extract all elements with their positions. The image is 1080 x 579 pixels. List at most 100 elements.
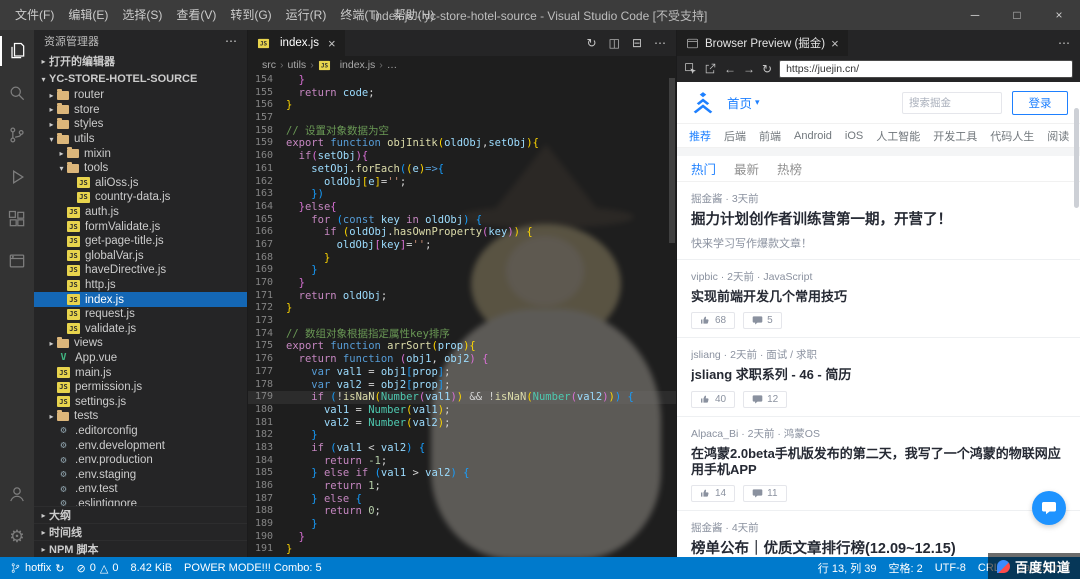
more-actions-icon[interactable]: ⋯: [654, 36, 666, 50]
tab-browser-preview[interactable]: Browser Preview (掘金) ×: [677, 30, 848, 56]
tree-item-globalVar.js[interactable]: JS globalVar.js: [34, 249, 247, 264]
feed-tab-热门[interactable]: 热门: [691, 159, 716, 178]
code-line[interactable]: 160 if(setObj){: [248, 150, 676, 163]
code-line[interactable]: 175 export function arrSort(prop){: [248, 340, 676, 353]
webview-scrollbar[interactable]: [1074, 108, 1079, 208]
code-line[interactable]: 180 val1 = Number(val1);: [248, 404, 676, 417]
minimize-icon[interactable]: ─: [954, 0, 996, 30]
split-editor-icon[interactable]: ◫: [609, 36, 620, 50]
git-branch-status[interactable]: hotfix ↻: [10, 562, 65, 575]
article-item[interactable]: 掘金酱 · 4天前榜单公布｜优质文章排行榜(12.09~12.15)快来看看你有…: [677, 511, 1080, 557]
code-line[interactable]: 174// 数组对象根据指定属性key排序: [248, 328, 676, 341]
forward-icon[interactable]: →: [743, 63, 755, 75]
tree-item-http.js[interactable]: JS http.js: [34, 278, 247, 293]
code-line[interactable]: 158// 设置对象数据为空: [248, 125, 676, 138]
back-icon[interactable]: ←: [724, 63, 736, 75]
tree-item-.env.development[interactable]: ⚙ .env.development: [34, 438, 247, 453]
code-line[interactable]: 162 oldObj[e]='';: [248, 176, 676, 189]
nav-item-推荐[interactable]: 推荐: [689, 128, 711, 144]
code-line[interactable]: 170 }: [248, 277, 676, 290]
close-tab-icon[interactable]: ×: [328, 36, 336, 51]
nav-item-Android[interactable]: Android: [794, 130, 832, 142]
sidebar-section-时间线[interactable]: ▸ 时间线: [34, 523, 247, 540]
code-line[interactable]: 172}: [248, 302, 676, 315]
code-line[interactable]: 182 }: [248, 429, 676, 442]
feedback-fab-button[interactable]: [1032, 491, 1066, 525]
home-menu[interactable]: 首页 ▾: [727, 93, 760, 112]
feed-tab-热榜[interactable]: 热榜: [777, 159, 802, 178]
feed-tab-最新[interactable]: 最新: [734, 159, 759, 178]
code-line[interactable]: 156}: [248, 99, 676, 112]
code-line[interactable]: 173: [248, 315, 676, 328]
code-line[interactable]: 187 } else {: [248, 493, 676, 506]
article-item[interactable]: vipbic · 2天前 · JavaScript 实现前端开发几个常用技巧 68 5: [677, 260, 1080, 339]
inspect-element-icon[interactable]: [684, 62, 697, 77]
sidebar-section-大纲[interactable]: ▸ 大纲: [34, 506, 247, 523]
code-line[interactable]: 177 var val1 = obj1[prop];: [248, 366, 676, 379]
code-line[interactable]: 157: [248, 112, 676, 125]
breadcrumb-item[interactable]: utils: [288, 59, 307, 71]
code-line[interactable]: 161 setObj.forEach((e)=>{: [248, 163, 676, 176]
tree-item-.eslintignore[interactable]: ⚙ .eslintignore: [34, 497, 247, 506]
tree-item-index.js[interactable]: JS index.js: [34, 292, 247, 307]
refresh-icon[interactable]: ↻: [762, 63, 772, 75]
article-item[interactable]: jsliang · 2天前 · 面试 / 求职 jsliang 求职系列 - 46…: [677, 338, 1080, 417]
explorer-icon[interactable]: [0, 30, 34, 72]
article-item[interactable]: 掘金酱 · 3天前 掘力计划创作者训练营第一期，开营了！ 快来学习写作爆款文章！: [677, 182, 1080, 261]
code-line[interactable]: 183 if (val1 < val2) {: [248, 442, 676, 455]
tree-item-aliOss.js[interactable]: JS aliOss.js: [34, 176, 247, 191]
run-debug-icon[interactable]: [0, 156, 34, 198]
tree-item-.env.staging[interactable]: ⚙ .env.staging: [34, 467, 247, 482]
toggle-panel-icon[interactable]: ⊟: [632, 36, 642, 50]
tree-item-.env.production[interactable]: ⚙ .env.production: [34, 453, 247, 468]
tree-item-router[interactable]: ▸ router: [34, 88, 247, 103]
comment-badge[interactable]: 5: [743, 312, 782, 330]
tree-item-App.vue[interactable]: V App.vue: [34, 351, 247, 366]
code-line[interactable]: 181 val2 = Number(val2);: [248, 417, 676, 430]
tree-item-validate.js[interactable]: JS validate.js: [34, 322, 247, 337]
code-line[interactable]: 178 var val2 = obj2[prop];: [248, 379, 676, 392]
close-tab-icon[interactable]: ×: [831, 36, 839, 51]
extensions-icon[interactable]: [0, 198, 34, 240]
article-title[interactable]: 实现前端开发几个常用技巧: [691, 289, 1066, 305]
editor-scrollbar[interactable]: [668, 74, 676, 557]
breadcrumb-item[interactable]: …: [387, 59, 398, 71]
code-line[interactable]: 159 export function objInitk(oldObj,setOb…: [248, 137, 676, 150]
tree-item-views[interactable]: ▸ views: [34, 336, 247, 351]
login-button[interactable]: 登录: [1012, 90, 1068, 115]
tab-index-js[interactable]: JS index.js ×: [248, 30, 346, 56]
like-badge[interactable]: 14: [691, 485, 736, 503]
url-input[interactable]: [779, 60, 1073, 78]
browser-preview-icon[interactable]: [0, 240, 34, 282]
settings-gear-icon[interactable]: ⚙: [0, 515, 34, 557]
more-actions-icon[interactable]: ⋯: [1058, 36, 1080, 50]
code-line[interactable]: 169 }: [248, 264, 676, 277]
comment-badge[interactable]: 12: [743, 390, 788, 408]
tree-item-tests[interactable]: ▸ tests: [34, 409, 247, 424]
tree-item-auth.js[interactable]: JS auth.js: [34, 205, 247, 220]
tree-item-mixin[interactable]: ▸ mixin: [34, 146, 247, 161]
code-editor[interactable]: 154 } 155 return code; 156} 157 158// 设置对象数据…: [248, 74, 676, 557]
tree-item-request.js[interactable]: JS request.js: [34, 307, 247, 322]
open-editors-section[interactable]: ▸ 打开的编辑器: [34, 52, 247, 70]
code-line[interactable]: 179 if (!isNaN(Number(val1)) && !isNaN(N…: [248, 391, 676, 404]
tree-item-permission.js[interactable]: JS permission.js: [34, 380, 247, 395]
nav-item-开发工具[interactable]: 开发工具: [933, 128, 977, 144]
tree-item-formValidate.js[interactable]: JS formValidate.js: [34, 219, 247, 234]
article-title[interactable]: 在鸿蒙2.0beta手机版发布的第二天，我写了一个鸿蒙的物联网应用手机APP: [691, 446, 1066, 479]
menu-终端(T)[interactable]: 终端(T): [333, 0, 386, 30]
cursor-position-status[interactable]: 行 13, 列 39: [818, 560, 877, 576]
tree-item-utils[interactable]: ▾ utils: [34, 132, 247, 147]
tree-item-styles[interactable]: ▸ styles: [34, 117, 247, 132]
code-line[interactable]: 164 }else{: [248, 201, 676, 214]
code-line[interactable]: 185 } else if (val1 > val2) {: [248, 467, 676, 480]
tree-item-country-data.js[interactable]: JS country-data.js: [34, 190, 247, 205]
breadcrumb-item[interactable]: index.js: [340, 59, 376, 71]
tree-item-.editorconfig[interactable]: ⚙ .editorconfig: [34, 424, 247, 439]
code-line[interactable]: 163 }): [248, 188, 676, 201]
menu-运行(R)[interactable]: 运行(R): [279, 0, 334, 30]
maximize-icon[interactable]: □: [996, 0, 1038, 30]
menu-帮助(H)[interactable]: 帮助(H): [387, 0, 442, 30]
nav-item-iOS[interactable]: iOS: [845, 130, 863, 142]
like-badge[interactable]: 40: [691, 390, 736, 408]
